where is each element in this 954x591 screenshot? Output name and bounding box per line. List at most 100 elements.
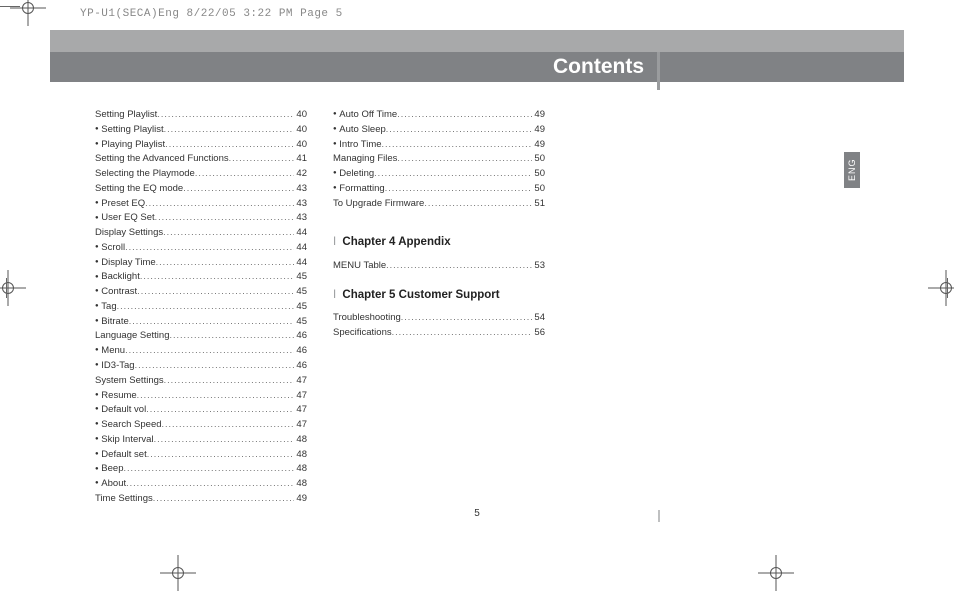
page-number-divider [658,510,660,522]
toc-entry-label: Search Speed [95,418,162,432]
toc-entry-label: Auto Sleep [333,123,386,137]
toc-entry: Auto Off Time 49 [333,108,545,122]
toc-dots [392,326,533,340]
toc-entry-label: To Upgrade Firmware [333,197,424,211]
toc-dots [156,256,295,270]
toc-dots [162,418,295,432]
toc-entry: Setting the Advanced Functions 41 [95,152,307,166]
chapter-bar-icon: I [333,236,336,248]
toc-entry: Skip Interval 48 [95,433,307,447]
toc-entry-page: 45 [294,315,307,329]
toc-dots [147,448,295,462]
toc-entry: Default set 48 [95,448,307,462]
toc-dots [126,477,294,491]
toc-entry-page: 46 [294,329,307,343]
toc-entry-label: Default vol [95,403,146,417]
toc-entry-page: 40 [294,108,307,122]
toc-entry: Setting Playlist 40 [95,108,307,122]
toc-entry-page: 47 [294,418,307,432]
toc-dots [137,389,295,403]
toc-entry-label: Preset EQ [95,197,145,211]
toc-dots [137,285,294,299]
crop-line [0,6,20,7]
toc-entry: Search Speed 47 [95,418,307,432]
toc-entry-label: Deleting [333,167,374,181]
chapter-title: Chapter 4 Appendix [339,236,450,248]
chapter-heading: I Chapter 5 Customer Support [333,287,545,304]
crop-mark-icon [758,555,794,591]
toc-dots [165,138,294,152]
toc-entry-page: 49 [532,138,545,152]
toc-entry-label: Menu [95,344,125,358]
toc-dots [123,462,294,476]
toc-entry-page: 46 [294,344,307,358]
toc-entry-label: Setting Playlist [95,108,157,122]
toc-entry-page: 45 [294,300,307,314]
title-divider [657,52,660,90]
toc-entry-label: Language Setting [95,329,169,343]
toc-dots [374,167,532,181]
toc-entry-label: System Settings [95,374,164,388]
toc-entry-label: ID3-Tag [95,359,135,373]
toc-entry-page: 43 [294,211,307,225]
toc-entry-label: Formatting [333,182,385,196]
crop-line [6,278,7,298]
toc-entry: Display Settings 44 [95,226,307,240]
toc-dots [164,374,295,388]
toc-entry: Beep 48 [95,462,307,476]
toc-entry-label: Skip Interval [95,433,154,447]
toc-entry-label: Setting the EQ mode [95,182,183,196]
toc-entry-page: 47 [294,374,307,388]
toc-entry: User EQ Set 43 [95,211,307,225]
toc-entry-label: Resume [95,389,137,403]
toc-entry-label: User EQ Set [95,211,155,225]
toc-entry-label: MENU Table [333,259,386,273]
toc-entry: Default vol 47 [95,403,307,417]
toc-entry: Scroll 44 [95,241,307,255]
crop-mark-icon [10,0,46,26]
toc-entry: Specifications 56 [333,326,545,340]
toc-dots [163,226,294,240]
toc-entry-label: Managing Files [333,152,397,166]
toc-dots [129,315,295,329]
toc-entry-page: 53 [532,259,545,273]
toc-entry-page: 50 [532,167,545,181]
toc-entry-page: 50 [532,182,545,196]
toc-entry-page: 48 [294,477,307,491]
toc-entry-label: Playing Playlist [95,138,165,152]
toc-entry-page: 49 [532,108,545,122]
toc-entry-label: Troubleshooting [333,311,401,325]
toc-entry-label: Beep [95,462,123,476]
toc-entry-label: Backlight [95,270,140,284]
toc-entry: To Upgrade Firmware 51 [333,197,545,211]
toc-entry: Setting Playlist 40 [95,123,307,137]
toc-entry-page: 47 [294,389,307,403]
toc-dots [154,433,295,447]
toc-dots [125,241,294,255]
toc-entry-page: 48 [294,462,307,476]
toc-entry-label: Setting Playlist [95,123,164,137]
toc-entry-label: Selecting the Playmode [95,167,195,181]
toc-entry: Auto Sleep 49 [333,123,545,137]
toc-dots [117,300,295,314]
toc-entry-page: 46 [294,359,307,373]
toc-column-2: Auto Off Time 49Auto Sleep 49Intro Time … [333,108,545,507]
toc-dots [157,108,294,122]
toc-dots [153,492,295,506]
toc-entry-label: About [95,477,126,491]
toc-entry-page: 50 [532,152,545,166]
toc-dots [229,152,295,166]
page-canvas: Contents ENG Setting Playlist 40Setting … [50,0,904,587]
toc-dots [385,182,533,196]
toc-entry-page: 43 [294,182,307,196]
toc-entry: Troubleshooting 54 [333,311,545,325]
toc-entry-label: Intro Time [333,138,382,152]
toc-dots [155,211,295,225]
toc-dots [195,167,295,181]
toc-entry-page: 54 [532,311,545,325]
toc-dots [183,182,294,196]
toc-entry: ID3-Tag 46 [95,359,307,373]
language-tab: ENG [844,152,860,188]
toc-dots [125,344,294,358]
toc-entry: Tag 45 [95,300,307,314]
